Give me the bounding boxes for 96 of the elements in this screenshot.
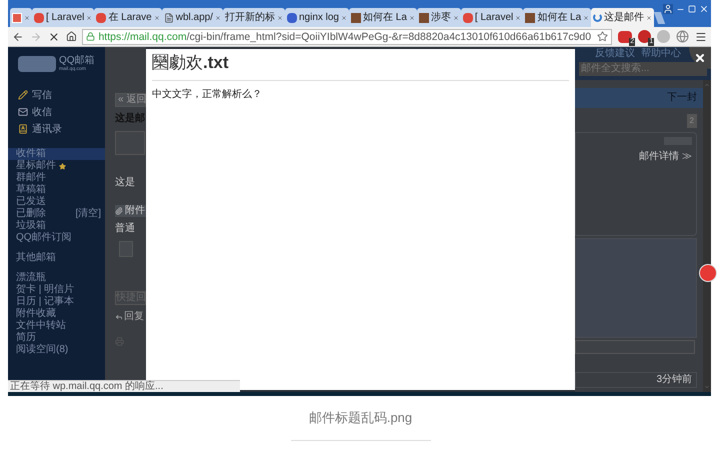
tab-title: 涉枣: [430, 12, 451, 24]
browser-tab[interactable]: 涉枣: [416, 8, 461, 27]
address-field[interactable]: https://mail.qq.com/cgi-bin/frame_html?sid=QoiiYIblW4wPeGg-&r=8d8820a4c13010f610d66a61b617c9d0: [82, 28, 612, 44]
loading-spinner-icon: [593, 13, 602, 22]
tab-title: 如何在 La: [537, 12, 582, 24]
tab-title: 这是邮件: [604, 12, 644, 24]
folder-item[interactable]: 群邮件: [8, 172, 105, 184]
logo-brand: QQ邮箱: [59, 55, 95, 66]
browser-tab[interactable]: 打开新的标: [222, 8, 285, 27]
reply-field[interactable]: [575, 340, 695, 354]
body-text: 这是: [115, 177, 136, 189]
attachment-type-text: 普通: [115, 223, 136, 235]
star-icon[interactable]: [597, 31, 608, 42]
sidebar-link[interactable]: 附件收藏: [16, 308, 105, 320]
close-icon[interactable]: [154, 14, 160, 20]
browser-tab[interactable]: 在 Larave: [94, 8, 162, 27]
close-icon[interactable]: [699, 4, 709, 14]
status-bubble: 正在等待 wp.mail.qq.com 的响应...: [8, 380, 240, 392]
lock-icon: [86, 32, 96, 41]
browser-tab[interactable]: [ Laravel: [32, 8, 94, 27]
sidebar-link[interactable]: 简历: [16, 332, 105, 344]
close-icon[interactable]: [408, 14, 415, 20]
tab-favicon-icon: [462, 12, 473, 22]
tab-title: nginx log: [298, 12, 339, 24]
tab-title: 打开新的标: [224, 12, 275, 24]
menu-icon[interactable]: [695, 30, 707, 42]
tab-title: wbl.app/: [176, 12, 213, 24]
url-text: https://mail.qq.com/cgi-bin/frame_html?sid=QoiiYIblW4wPeGg-&r=8d8820a4c13010f610d66a61b617c9d0: [98, 30, 592, 42]
tab-title: [ Laravel: [46, 12, 84, 24]
header-link[interactable]: 帮助中心: [641, 48, 681, 60]
browser-tab[interactable]: wbl.app/: [162, 8, 223, 27]
tab-favicon-icon: [525, 12, 536, 22]
back-icon[interactable]: [12, 30, 24, 42]
header-link[interactable]: 反馈建议: [595, 48, 635, 60]
user-icon[interactable]: [663, 4, 673, 14]
mail-details-link[interactable]: 邮件详情 ≫: [639, 151, 692, 163]
floating-widget-icon[interactable]: [699, 264, 717, 282]
back-button[interactable]: « 返回: [115, 93, 146, 107]
stop-icon[interactable]: [48, 30, 60, 42]
tab-favicon-icon: [351, 12, 361, 22]
attachment-label: 附件: [125, 205, 145, 217]
pencil-icon: [18, 90, 28, 100]
time-text: 3分钟前: [656, 374, 692, 386]
sidebar-link[interactable]: 贺卡 | 明信片: [16, 284, 105, 296]
sidebar-link[interactable]: 文件中转站: [16, 320, 105, 332]
browser-tab[interactable]: 如何在 La: [523, 8, 592, 27]
tab-favicon-icon: [286, 12, 297, 22]
folder-item[interactable]: 已发送: [8, 196, 105, 208]
close-icon[interactable]: [86, 14, 92, 20]
page-icon: [164, 12, 174, 22]
tab-favicon-icon: [418, 12, 429, 22]
close-icon[interactable]: [583, 14, 590, 20]
close-icon: [694, 52, 706, 64]
browser-tab[interactable]: [ Laravel: [460, 8, 524, 27]
tab-favicon-icon: [34, 12, 44, 22]
tab-title: 如何在 La: [363, 12, 407, 24]
file-icon: [119, 241, 133, 257]
browser-tab[interactable]: 如何在 La: [349, 8, 417, 27]
close-icon[interactable]: [646, 14, 652, 20]
nav-link[interactable]: 写信: [18, 88, 105, 102]
tab-favicon-icon: [96, 12, 106, 22]
folder-item[interactable]: 收件箱: [8, 148, 105, 160]
address-book-icon: [18, 124, 28, 134]
browser-tab[interactable]: 这是邮件: [591, 8, 654, 27]
extension-icon[interactable]: [676, 30, 690, 43]
browser-tab[interactable]: nginx log: [284, 8, 349, 27]
folder-item[interactable]: QQ邮件订阅: [8, 232, 105, 244]
nav-link[interactable]: 收信: [18, 105, 105, 119]
dialog-title: 圞勮欢.txt: [152, 49, 569, 81]
paperclip-icon: [115, 207, 123, 215]
folder-item[interactable]: 已删除 [清空]: [8, 208, 105, 220]
close-icon[interactable]: [24, 14, 30, 20]
close-icon[interactable]: [452, 14, 459, 20]
restore-icon[interactable]: [688, 5, 696, 13]
reply-button[interactable]: 回复: [115, 311, 146, 323]
close-icon[interactable]: [214, 14, 221, 20]
envelope-icon: [18, 107, 28, 117]
folder-item[interactable]: 星标邮件: [8, 160, 105, 172]
sidebar-link[interactable]: 阅读空间(8): [16, 344, 105, 356]
sidebar-link[interactable]: 日历 | 记事本: [16, 296, 105, 308]
browser-tab[interactable]: [10, 8, 32, 27]
reply-arrow-icon: [115, 313, 123, 321]
home-icon[interactable]: [66, 31, 76, 42]
close-icon[interactable]: [341, 14, 347, 20]
close-icon[interactable]: [276, 14, 283, 20]
folder-item[interactable]: 草稿箱: [8, 184, 105, 196]
close-icon[interactable]: [515, 14, 522, 20]
tab-title: [ Laravel: [474, 12, 514, 24]
sidebar-link[interactable]: 漂流瓶: [16, 272, 105, 284]
tab-favicon-icon: [12, 12, 22, 22]
file-content-text: 中文文字，正常解析么？: [152, 89, 263, 101]
image-caption: 邮件标题乱码.png: [308, 410, 412, 426]
tab-title: 在 Larave: [108, 12, 152, 24]
sidebar-link[interactable]: 其他邮箱: [16, 252, 105, 264]
nav-link[interactable]: 通讯录: [18, 122, 105, 136]
folder-item[interactable]: 垃圾箱: [8, 220, 105, 232]
